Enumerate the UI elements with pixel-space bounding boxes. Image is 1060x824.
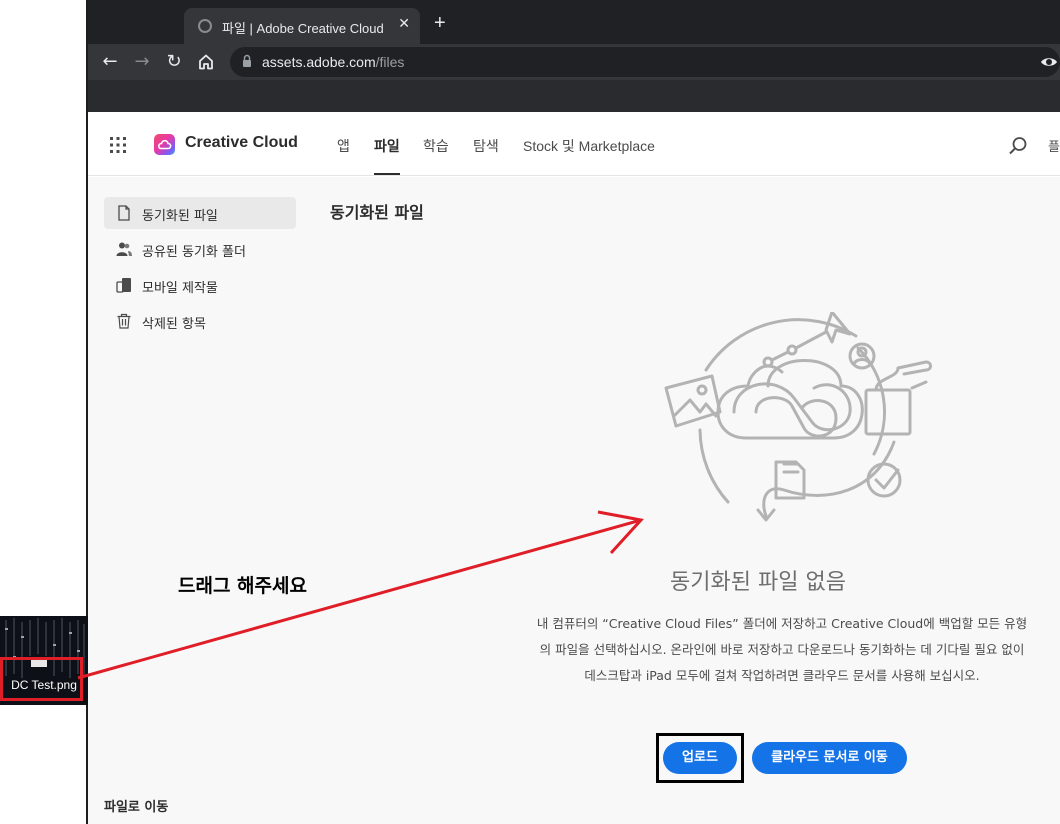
forward-button[interactable]: → [130,50,154,74]
browser-tab[interactable]: 파일 | Adobe Creative Cloud ✕ [184,8,420,44]
empty-state-description: 내 컴퓨터의 “Creative Cloud Files” 폴더에 저장하고 C… [536,616,1028,683]
page-title: 동기화된 파일 [330,203,424,222]
browser-toolbar: ← → ↻ assets.adobe.com/files [88,44,1060,80]
lock-icon [243,54,251,67]
nav-apps[interactable]: 앱 [337,136,350,156]
sidebar-item-shared-folders[interactable]: 공유된 동기화 폴더 [104,233,296,265]
header-cut-off-text[interactable]: 플 [1048,136,1060,155]
home-icon [199,54,213,70]
new-tab-button[interactable]: + [434,12,446,35]
sidebar-item-synced-files[interactable]: 동기화된 파일 [104,197,296,229]
nav-discover[interactable]: 탐색 [473,136,499,156]
people-icon [116,242,132,256]
url-host: assets.adobe.com [262,54,376,70]
drag-instruction-text: 드래그 해주세요 [178,575,307,597]
file-highlight-frame [0,657,83,701]
go-to-files-link[interactable]: 파일로 이동 [104,796,168,815]
url-text: assets.adobe.com/files [262,54,404,70]
mobile-icon [116,278,131,293]
home-button[interactable] [194,50,218,74]
trash-icon [117,313,131,329]
creative-cloud-logo-icon[interactable] [154,134,175,155]
nav-stock-marketplace[interactable]: Stock 및 Marketplace [523,136,655,156]
browser-bookmark-area [88,80,1060,112]
app-header: Creative Cloud 앱 파일 학습 탐색 Stock 및 Market… [88,112,1060,176]
reload-button[interactable]: ↻ [162,50,186,74]
empty-state-illustration [664,312,932,522]
tab-title: 파일 | Adobe Creative Cloud [222,21,384,36]
back-button[interactable]: ← [98,50,122,74]
upload-button[interactable]: 업로드 [663,742,737,774]
nav-learn[interactable]: 학습 [423,136,449,156]
address-bar[interactable]: assets.adobe.com/files [230,47,1060,77]
empty-state-title: 동기화된 파일 없음 [670,570,846,595]
brand-name[interactable]: Creative Cloud [185,134,298,152]
url-path: /files [375,54,405,70]
go-to-cloud-docs-button[interactable]: 클라우드 문서로 이동 [752,742,907,774]
active-nav-indicator [374,173,400,175]
search-icon[interactable] [1008,136,1028,156]
tab-close-icon[interactable]: ✕ [398,16,410,32]
file-icon [118,205,130,221]
sidebar-item-mobile-creations[interactable]: 모바일 제작물 [104,269,296,301]
sidebar-item-label: 모바일 제작물 [142,281,218,296]
eye-icon[interactable] [1040,53,1058,71]
browser-tab-bar: 파일 | Adobe Creative Cloud ✕ + [88,0,1060,44]
sidebar-item-label: 삭제된 항목 [142,317,206,332]
app-switcher-icon[interactable] [110,137,126,153]
sidebar-item-label: 공유된 동기화 폴더 [142,245,246,260]
tab-favicon-icon [198,19,212,33]
nav-files[interactable]: 파일 [374,136,400,156]
main-content: 동기화된 파일 공유된 동기화 폴더 모바일 제작물 삭제된 항목 동기화된 파… [88,177,1060,824]
sidebar-item-label: 동기화된 파일 [142,209,218,224]
sidebar-item-deleted[interactable]: 삭제된 항목 [104,305,296,337]
